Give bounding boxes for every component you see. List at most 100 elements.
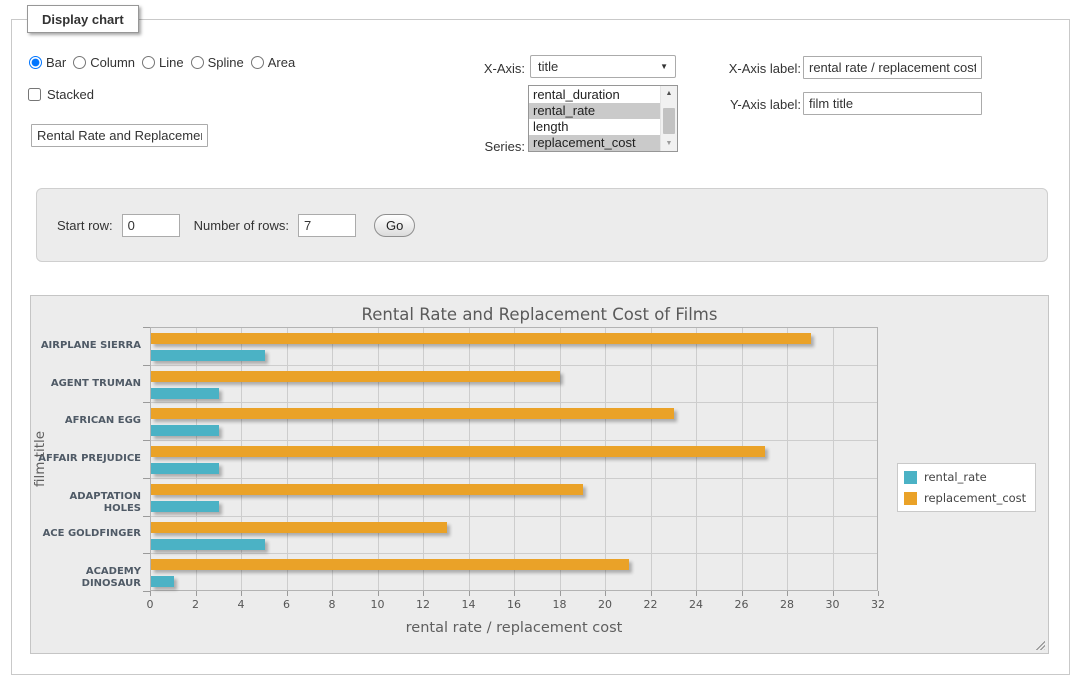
scroll-down-icon[interactable]: ▼ xyxy=(661,136,677,151)
legend-swatch xyxy=(904,471,917,484)
series-option-length[interactable]: length xyxy=(529,119,660,135)
category-label: AFRICAN EGG xyxy=(31,415,141,427)
gridline-v xyxy=(560,327,561,591)
x-tick-label: 2 xyxy=(176,598,216,611)
x-axis-label-input[interactable] xyxy=(803,56,982,79)
gridline-h xyxy=(150,440,878,441)
chart-title: Rental Rate and Replacement Cost of Film… xyxy=(31,305,1048,324)
gridline-v xyxy=(241,327,242,591)
x-tick-mark xyxy=(651,591,652,596)
scroll-up-icon[interactable]: ▲ xyxy=(661,86,677,101)
radio-label: Column xyxy=(90,55,135,70)
x-tick-label: 18 xyxy=(540,598,580,611)
stacked-label: Stacked xyxy=(47,87,94,102)
gridline-h xyxy=(150,478,878,479)
bar-rental_rate xyxy=(151,539,265,550)
go-button[interactable]: Go xyxy=(374,214,415,237)
radio-label: Line xyxy=(159,55,184,70)
series-option-rental_rate[interactable]: rental_rate xyxy=(529,103,660,119)
bar-replacement_cost xyxy=(151,371,560,382)
gridline-v xyxy=(332,327,333,591)
row-range-box: Start row: Number of rows: Go xyxy=(36,188,1048,262)
x-tick-label: 32 xyxy=(858,598,898,611)
gridline-v xyxy=(378,327,379,591)
bar-rental_rate xyxy=(151,501,219,512)
panel-title: Display chart xyxy=(27,5,139,33)
legend-label: replacement_cost xyxy=(924,491,1026,505)
gridline-v xyxy=(787,327,788,591)
chart-type-area[interactable]: Area xyxy=(251,55,295,70)
resize-handle-icon[interactable] xyxy=(1034,639,1045,650)
series-option-replacement_cost[interactable]: replacement_cost xyxy=(529,135,660,151)
y-tick-mark xyxy=(143,591,150,592)
series-list-scrollbar[interactable]: ▲ ▼ xyxy=(660,86,677,151)
radio-label: Area xyxy=(268,55,295,70)
x-tick-label: 22 xyxy=(631,598,671,611)
y-axis-label-input[interactable] xyxy=(803,92,982,115)
radio-area[interactable] xyxy=(251,56,264,69)
y-tick-mark xyxy=(143,478,150,479)
gridline-h xyxy=(150,553,878,554)
chart-panel: Rental Rate and Replacement Cost of Film… xyxy=(30,295,1049,654)
row-range-controls: Start row: Number of rows: Go xyxy=(37,189,1047,261)
series-multiselect[interactable]: rental_durationrental_ratelengthreplacem… xyxy=(528,85,678,152)
chart-y-axis-label: film title xyxy=(32,431,48,487)
x-tick-mark xyxy=(469,591,470,596)
gridline-h xyxy=(150,402,878,403)
stacked-checkbox[interactable] xyxy=(28,88,41,101)
x-tick-mark xyxy=(378,591,379,596)
radio-spline[interactable] xyxy=(191,56,204,69)
x-tick-mark xyxy=(605,591,606,596)
category-label: AGENT TRUMAN xyxy=(31,378,141,390)
scrollbar-thumb[interactable] xyxy=(663,108,675,134)
x-tick-label: 0 xyxy=(130,598,170,611)
y-tick-mark xyxy=(143,365,150,366)
x-tick-label: 20 xyxy=(585,598,625,611)
y-tick-mark xyxy=(143,327,150,328)
x-tick-mark xyxy=(742,591,743,596)
gridline-v xyxy=(605,327,606,591)
y-axis-label-label: Y-Axis label: xyxy=(705,97,801,112)
y-tick-mark xyxy=(143,440,150,441)
num-rows-input[interactable] xyxy=(298,214,356,237)
start-row-input[interactable] xyxy=(122,214,180,237)
chart-type-spline[interactable]: Spline xyxy=(191,55,244,70)
chart-type-column[interactable]: Column xyxy=(73,55,135,70)
legend-item-replacement_cost: replacement_cost xyxy=(904,491,1026,505)
chart-legend: rental_rate replacement_cost xyxy=(897,463,1036,512)
x-axis-select[interactable]: title ▼ xyxy=(530,55,676,78)
page: Display chart Bar Column Line Spline Area St… xyxy=(0,0,1081,681)
gridline-v xyxy=(287,327,288,591)
x-tick-label: 12 xyxy=(403,598,443,611)
x-tick-mark xyxy=(423,591,424,596)
chart-type-radios: Bar Column Line Spline Area xyxy=(29,55,302,70)
radio-column[interactable] xyxy=(73,56,86,69)
stacked-checkbox-row[interactable]: Stacked xyxy=(28,87,94,102)
x-axis-select-value: title xyxy=(538,59,558,74)
gridline-v xyxy=(742,327,743,591)
radio-bar[interactable] xyxy=(29,56,42,69)
x-tick-label: 14 xyxy=(449,598,489,611)
chart-title-input[interactable] xyxy=(31,124,208,147)
bar-replacement_cost xyxy=(151,522,447,533)
radio-label: Bar xyxy=(46,55,66,70)
series-option-rental_duration[interactable]: rental_duration xyxy=(529,87,660,103)
x-tick-mark xyxy=(241,591,242,596)
num-rows-label: Number of rows: xyxy=(194,218,289,233)
x-tick-mark xyxy=(560,591,561,596)
x-tick-mark xyxy=(287,591,288,596)
bar-rental_rate xyxy=(151,576,174,587)
radio-line[interactable] xyxy=(142,56,155,69)
gridline-h xyxy=(150,516,878,517)
chart-type-line[interactable]: Line xyxy=(142,55,184,70)
x-tick-label: 10 xyxy=(358,598,398,611)
y-tick-mark xyxy=(143,553,150,554)
chart-x-axis-label: rental rate / replacement cost xyxy=(150,620,878,636)
y-tick-mark xyxy=(143,516,150,517)
chart-type-bar[interactable]: Bar xyxy=(29,55,66,70)
x-tick-label: 4 xyxy=(221,598,261,611)
series-list-label: Series: xyxy=(445,139,525,154)
x-tick-label: 6 xyxy=(267,598,307,611)
bar-replacement_cost xyxy=(151,559,629,570)
legend-label: rental_rate xyxy=(924,470,987,484)
